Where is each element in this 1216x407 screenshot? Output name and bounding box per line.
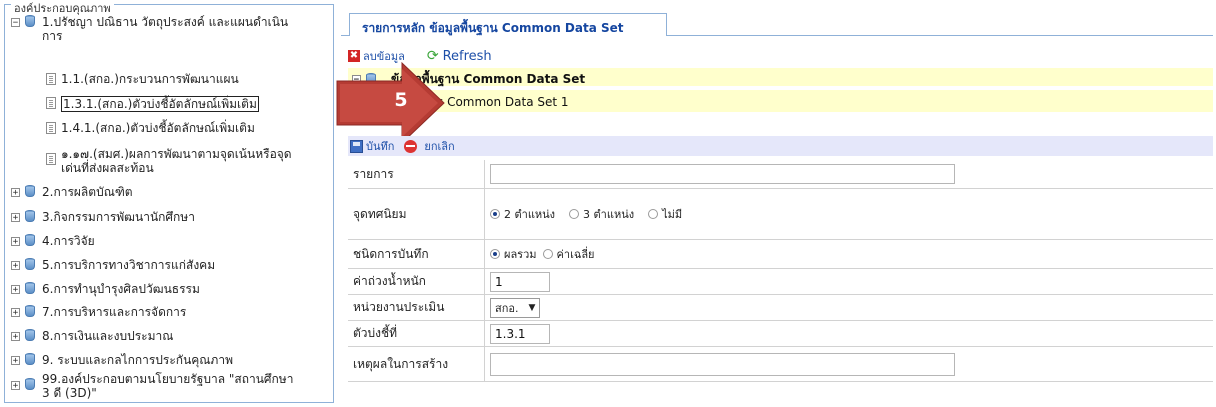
document-icon [46,97,56,109]
reason-label: เหตุผลในการสร้าง [348,347,485,381]
tree-item-9[interactable]: + 9. ระบบและกลไกการประกันคุณภาพ [11,353,233,367]
decimal-label: จุดทศนิยม [348,189,485,239]
cancel-button[interactable]: ยกเลิก [424,137,454,155]
weight-input[interactable]: 1 [490,271,550,292]
tree-item-label-2: การ [42,29,63,43]
save-icon[interactable] [350,139,363,153]
unit-select[interactable]: สกอ. ▼ [490,297,541,318]
collapse-icon[interactable]: − [11,18,20,28]
tree-item-4[interactable]: + 4.การวิจัย [11,234,95,248]
expand-icon[interactable]: + [11,188,20,198]
tree-item-label-selected: 1.3.1.(สกอ.)ตัวบ่งชี้อัตลักษณ์เพิ่มเติม [61,96,259,112]
form-row-decimal: จุดทศนิยม 2 ตำแหน่ง 3 ตำแหน่ง ไม่มี [348,189,1213,240]
unit-label: หน่วยงานประเมิน [348,295,485,320]
tree-item-1[interactable]: − 1.ปรัชญา ปณิธาน วัตถุประสงค์ และแผนดำเ… [11,15,288,43]
decimal-option-none[interactable]: ไม่มี [648,205,682,223]
document-icon [46,122,56,134]
indicator-label: ตัวบ่งชี้ที่ [348,321,485,346]
database-icon [24,305,36,319]
item-label: รายการ [348,160,485,188]
database-icon [24,353,36,367]
tree-item-3[interactable]: + 3.กิจกรรมการพัฒนานักศึกษา [11,210,195,224]
tree-item-label: ๑.๑๗.(สมศ.)ผลการพัฒนาตามจุดเน้นหรือจุด [61,147,292,161]
expand-icon[interactable]: + [11,237,20,247]
form-row-weight: ค่าถ่วงน้ำหนัก 1 [348,269,1213,295]
database-icon [24,378,36,392]
tree-item-label: 6.การทำนุบำรุงศิลปวัฒนธรรม [42,282,200,296]
form-row-record-type: ชนิดการบันทึก ผลรวม ค่าเฉลี่ย [348,240,1213,269]
tree-subitem-1-4-1[interactable]: 1.4.1.(สกอ.)ตัวบ่งชี้อัตลักษณ์เพิ่มเติม [46,121,255,135]
radio-selected-icon [490,209,500,219]
record-option-sum[interactable]: ผลรวม [490,245,537,263]
tree-item-label: 8.การเงินและงบประมาณ [42,329,174,343]
tree-item-label-2: 3 ดี (3D)" [42,386,97,400]
tree-item-label: 2.การผลิตบัณฑิต [42,185,133,199]
reason-input[interactable] [490,352,955,376]
database-icon [24,234,36,248]
tree-item-label: 7.การบริหารและการจัดการ [42,305,187,319]
form-row-item: รายการ [348,160,1213,189]
expand-icon[interactable]: + [11,381,20,391]
database-icon [24,185,36,199]
database-icon [24,210,36,224]
document-icon [46,73,56,85]
tree-subitem-1-1[interactable]: 1.1.(สกอ.)กระบวนการพัฒนาแผน [46,72,239,86]
step-number: 5 [394,89,408,111]
expand-icon[interactable]: + [11,213,20,223]
expand-icon[interactable]: + [11,261,20,271]
tree-item-label: 5.การบริการทางวิชาการแก่สังคม [42,258,216,272]
indicator-input[interactable]: 1.3.1 [490,323,550,344]
record-type-label: ชนิดการบันทึก [348,240,485,268]
save-button[interactable]: บันทึก [366,137,394,155]
database-icon [24,258,36,272]
tree-item-label: 1.4.1.(สกอ.)ตัวบ่งชี้อัตลักษณ์เพิ่มเติม [61,121,255,135]
weight-label: ค่าถ่วงน้ำหนัก [348,269,485,294]
expand-icon[interactable]: + [11,332,20,342]
radio-selected-icon [490,249,500,259]
tree-subitem-1-3-1[interactable]: 1.3.1.(สกอ.)ตัวบ่งชี้อัตลักษณ์เพิ่มเติม [46,96,259,112]
tree-item-label-2: เด่นที่ส่งผลสะท้อน [61,161,154,175]
tree-item-99[interactable]: + 99.องค์ประกอบตามนโยบายรัฐบาล "สถานศึกษ… [11,372,293,400]
tree-item-2[interactable]: + 2.การผลิตบัณฑิต [11,185,133,199]
radio-icon [542,249,553,259]
database-icon [24,329,36,343]
tree-item-label: 99.องค์ประกอบตามนโยบายรัฐบาล "สถานศึกษา [42,372,294,386]
form-row-indicator: ตัวบ่งชี้ที่ 1.3.1 [348,321,1213,347]
tree-item-label: 1.1.(สกอ.)กระบวนการพัฒนาแผน [61,72,239,86]
expand-icon[interactable]: + [11,308,20,318]
expand-icon[interactable]: + [11,285,20,295]
radio-icon [569,209,580,219]
tree-item-5[interactable]: + 5.การบริการทางวิชาการแก่สังคม [11,258,215,272]
database-icon [24,282,36,296]
tab-common-data-set[interactable]: รายการหลัก ข้อมูลพื้นฐาน Common Data Set [349,13,667,36]
decimal-option-2[interactable]: 2 ตำแหน่ง [490,205,555,223]
tree-item-label: 1.ปรัชญา ปณิธาน วัตถุประสงค์ และแผนดำเนิ… [42,15,289,29]
radio-icon [648,209,659,219]
item-input[interactable] [490,164,955,184]
database-icon [24,15,36,29]
tab-label: รายการหลัก ข้อมูลพื้นฐาน Common Data Set [362,21,624,35]
cancel-icon[interactable] [404,139,418,153]
tree-subitem-1-17[interactable]: ๑.๑๗.(สมศ.)ผลการพัฒนาตามจุดเน้นหรือจุด เด… [46,147,292,175]
form-row-unit: หน่วยงานประเมิน สกอ. ▼ [348,295,1213,321]
decimal-option-3[interactable]: 3 ตำแหน่ง [569,205,634,223]
tree-item-7[interactable]: + 7.การบริหารและการจัดการ [11,305,186,319]
tree-item-6[interactable]: + 6.การทำนุบำรุงศิลปวัฒนธรรม [11,282,200,296]
tree-item-8[interactable]: + 8.การเงินและงบประมาณ [11,329,173,343]
record-option-average[interactable]: ค่าเฉลี่ย [542,245,595,263]
form-row-reason: เหตุผลในการสร้าง [348,347,1213,382]
left-tree-panel: องค์ประกอบคุณภาพ − 1.ปรัชญา ปณิธาน วัตถุ… [4,0,334,403]
tree-item-label: 9. ระบบและกลไกการประกันคุณภาพ [42,353,233,367]
expand-icon[interactable]: + [11,356,20,366]
chevron-down-icon: ▼ [528,302,536,313]
tree-item-label: 3.กิจกรรมการพัฒนานักศึกษา [42,210,195,224]
tree-item-label: 4.การวิจัย [42,234,95,248]
edit-toolbar: บันทึก ยกเลิก [348,136,1213,156]
document-icon [46,153,56,165]
